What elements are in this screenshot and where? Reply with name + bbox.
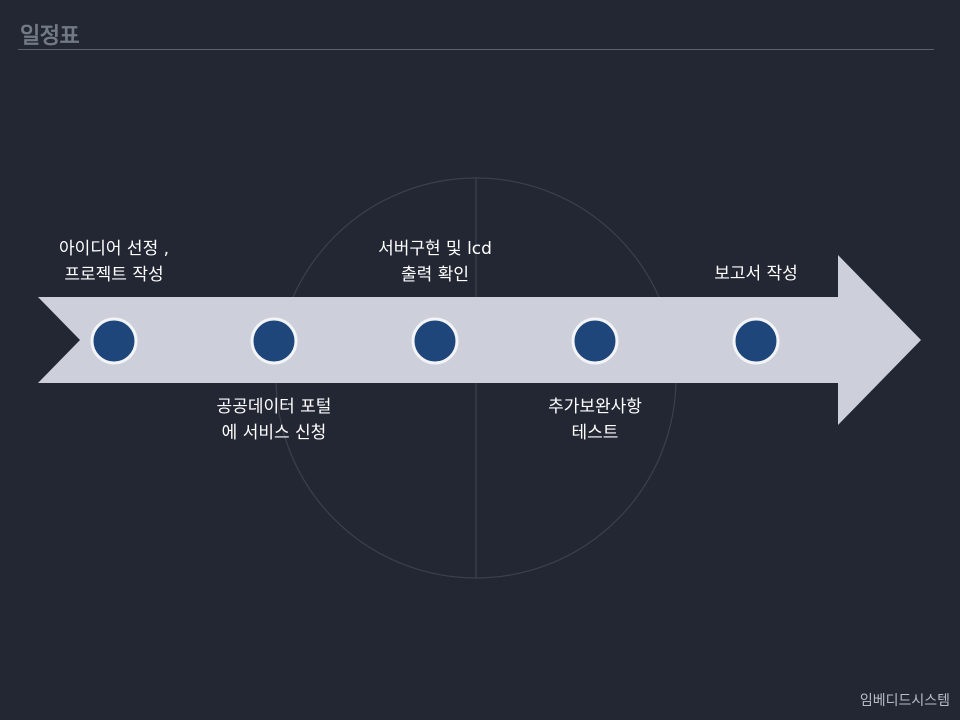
milestone-label-5-line1: 보고서 작성 bbox=[714, 264, 798, 284]
milestone-node-1 bbox=[90, 317, 138, 365]
milestone-label-3-line2: 출력 확인 bbox=[401, 265, 469, 285]
milestone-label-2-line1: 공공데이터 포털 bbox=[216, 397, 332, 417]
milestone-node-3 bbox=[411, 317, 459, 365]
milestone-label-2-line2: 에 서비스 신청 bbox=[221, 423, 327, 443]
milestone-node-4 bbox=[571, 317, 619, 365]
milestone-label-3: 서버구현 및 lcd 출력 확인 bbox=[378, 236, 492, 288]
timeline-graphic bbox=[38, 177, 921, 579]
milestone-label-1-line2: 프로젝트 작성 bbox=[64, 265, 164, 285]
milestone-label-4-line1: 추가보완사항 bbox=[548, 397, 642, 417]
milestone-node-5 bbox=[732, 317, 780, 365]
milestone-node-2 bbox=[250, 317, 298, 365]
milestone-label-3-line1: 서버구현 및 lcd bbox=[378, 239, 492, 259]
milestone-label-4-line2: 테스트 bbox=[571, 423, 619, 443]
milestone-label-1-line1: 아이디어 선정 , bbox=[58, 239, 170, 259]
milestone-label-1: 아이디어 선정 , 프로젝트 작성 bbox=[59, 236, 169, 288]
milestone-label-5: 보고서 작성 bbox=[714, 261, 798, 287]
footer-course-name: 임베디드시스템 bbox=[859, 693, 950, 709]
milestone-label-4: 추가보완사항 테스트 bbox=[548, 394, 642, 446]
milestone-label-2: 공공데이터 포털 에 서비스 신청 bbox=[217, 394, 332, 446]
